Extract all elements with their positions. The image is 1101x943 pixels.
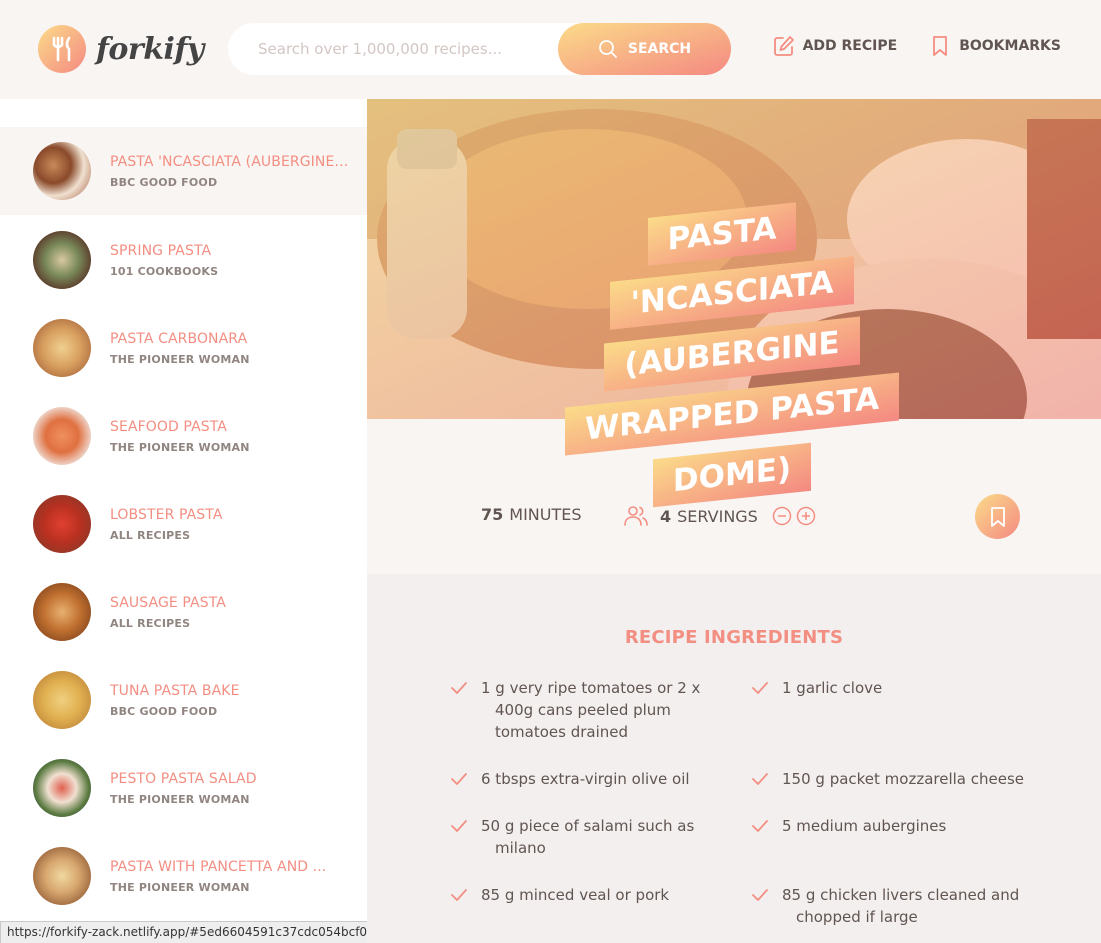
recipe-details: 75 MINUTES 4 SERVINGS bbox=[367, 477, 1101, 555]
recipe-thumbnail bbox=[33, 319, 91, 377]
result-title: PASTA CARBONARA bbox=[110, 330, 248, 347]
check-icon bbox=[451, 773, 467, 785]
bookmark-icon bbox=[933, 36, 948, 56]
main-nav: ADD RECIPE BOOKMARKS bbox=[773, 35, 1061, 57]
result-title: PESTO PASTA SALAD bbox=[110, 770, 257, 787]
bookmarks-button[interactable]: BOOKMARKS bbox=[929, 35, 1061, 57]
ingredient-text: 1 g very ripe tomatoes or 2 x 400g cans … bbox=[481, 679, 701, 741]
result-title: LOBSTER PASTA bbox=[110, 506, 223, 523]
result-item[interactable]: TUNA PASTA BAKE BBC GOOD FOOD bbox=[0, 656, 367, 744]
ingredient-item: 1 garlic clove bbox=[750, 677, 1010, 699]
recipe-thumbnail bbox=[33, 759, 91, 817]
result-title: PASTA 'NCASCIATA (AUBERGINE WRAPPED PAST… bbox=[110, 153, 350, 170]
result-title: TUNA PASTA BAKE bbox=[110, 682, 240, 699]
ingredient-item: 85 g chicken livers cleaned and chopped … bbox=[750, 884, 1040, 928]
result-item[interactable]: SPRING PASTA 101 COOKBOOKS bbox=[0, 216, 367, 304]
ingredient-text: 5 medium aubergines bbox=[782, 817, 947, 835]
ingredient-text: 150 g packet mozzarella cheese bbox=[782, 770, 1025, 788]
ingredient-text: 85 g minced veal or pork bbox=[481, 886, 670, 904]
bookmark-icon bbox=[990, 506, 1005, 527]
cooking-time: 75 MINUTES bbox=[481, 505, 582, 524]
search-icon bbox=[598, 40, 617, 58]
result-publisher: ALL RECIPES bbox=[110, 616, 191, 630]
search-button[interactable]: SEARCH bbox=[558, 23, 731, 75]
ingredient-text: 1 garlic clove bbox=[782, 679, 883, 697]
search-form: SEARCH bbox=[228, 23, 731, 75]
result-title: SAUSAGE PASTA bbox=[110, 594, 226, 611]
recipe-thumbnail bbox=[33, 495, 91, 553]
ingredient-text: 85 g chicken livers cleaned and chopped … bbox=[782, 886, 1020, 926]
minutes-label: MINUTES bbox=[509, 505, 582, 524]
result-publisher: THE PIONEER WOMAN bbox=[110, 352, 250, 366]
ingredient-text: 6 tbsps extra-virgin olive oil bbox=[481, 770, 690, 788]
status-url: https://forkify-zack.netlify.app/#5ed660… bbox=[0, 921, 382, 943]
result-item[interactable]: SEAFOOD PASTA THE PIONEER WOMAN bbox=[0, 392, 367, 480]
users-icon bbox=[624, 506, 648, 526]
result-publisher: THE PIONEER WOMAN bbox=[110, 880, 250, 894]
result-publisher: THE PIONEER WOMAN bbox=[110, 440, 250, 454]
ingredient-item: 5 medium aubergines bbox=[750, 815, 1010, 837]
recipe-view: PASTA 'NCASCIATA (AUBERGINE WRAPPED PAST… bbox=[367, 99, 1101, 943]
ingredient-item: 6 tbsps extra-virgin olive oil bbox=[449, 768, 709, 790]
ingredient-text: 50 g piece of salami such as milano bbox=[481, 817, 695, 857]
recipe-thumbnail bbox=[33, 231, 91, 289]
result-publisher: ALL RECIPES bbox=[110, 528, 191, 542]
ingredient-item: 150 g packet mozzarella cheese bbox=[750, 768, 1040, 790]
ingredients-heading: RECIPE INGREDIENTS bbox=[624, 627, 844, 648]
result-item[interactable]: PESTO PASTA SALAD THE PIONEER WOMAN bbox=[0, 744, 367, 832]
result-publisher: BBC GOOD FOOD bbox=[110, 704, 218, 718]
header: forkify SEARCH ADD RECIPE BOOKMARKS bbox=[0, 0, 1101, 99]
result-title: SPRING PASTA bbox=[110, 242, 212, 259]
check-icon bbox=[451, 682, 467, 694]
result-title: PASTA WITH PANCETTA AND ... bbox=[110, 858, 327, 875]
servings: 4 SERVINGS bbox=[624, 505, 816, 527]
search-button-label: SEARCH bbox=[627, 41, 692, 57]
ingredient-item: 1 g very ripe tomatoes or 2 x 400g cans … bbox=[449, 677, 709, 743]
ingredients-section: RECIPE INGREDIENTS 1 g very ripe tomatoe… bbox=[367, 574, 1101, 943]
check-icon bbox=[752, 820, 768, 832]
result-publisher: THE PIONEER WOMAN bbox=[110, 792, 250, 806]
bookmarks-label: BOOKMARKS bbox=[959, 38, 1061, 54]
logo-text: forkify bbox=[96, 31, 204, 67]
result-item[interactable]: PASTA WITH PANCETTA AND ... THE PIONEER … bbox=[0, 832, 367, 920]
add-recipe-button[interactable]: ADD RECIPE bbox=[773, 35, 898, 57]
recipe-thumbnail bbox=[33, 671, 91, 729]
check-icon bbox=[451, 820, 467, 832]
recipe-thumbnail bbox=[33, 407, 91, 465]
ingredient-item: 50 g piece of salami such as milano bbox=[449, 815, 709, 859]
recipe-title-line: PASTA 'NCASCIATA bbox=[610, 202, 854, 331]
check-icon bbox=[451, 889, 467, 901]
minutes-value: 75 bbox=[481, 505, 504, 524]
increase-servings-icon[interactable] bbox=[796, 506, 816, 526]
check-icon bbox=[752, 889, 768, 901]
edit-icon bbox=[773, 36, 794, 56]
result-item[interactable]: SAUSAGE PASTA ALL RECIPES bbox=[0, 568, 367, 656]
search-results: PASTA 'NCASCIATA (AUBERGINE WRAPPED PAST… bbox=[0, 99, 367, 943]
result-item[interactable]: PASTA CARBONARA THE PIONEER WOMAN bbox=[0, 304, 367, 392]
recipe-title: PASTA 'NCASCIATA (AUBERGINE WRAPPED PAST… bbox=[557, 185, 907, 524]
check-icon bbox=[752, 773, 768, 785]
recipe-thumbnail bbox=[33, 583, 91, 641]
result-publisher: BBC GOOD FOOD bbox=[110, 175, 218, 189]
servings-value: 4 bbox=[660, 506, 672, 526]
result-item[interactable]: LOBSTER PASTA ALL RECIPES bbox=[0, 480, 367, 568]
recipe-thumbnail bbox=[33, 142, 91, 200]
logo[interactable]: forkify bbox=[38, 25, 204, 73]
result-publisher: 101 COOKBOOKS bbox=[110, 264, 219, 278]
result-title: SEAFOOD PASTA bbox=[110, 418, 227, 435]
bookmark-recipe-button[interactable] bbox=[975, 494, 1020, 539]
add-recipe-label: ADD RECIPE bbox=[802, 38, 898, 54]
decrease-servings-icon[interactable] bbox=[772, 506, 792, 526]
ingredient-item: 85 g minced veal or pork bbox=[449, 884, 709, 906]
search-input[interactable] bbox=[258, 40, 548, 58]
result-item[interactable]: PASTA 'NCASCIATA (AUBERGINE WRAPPED PAST… bbox=[0, 127, 367, 215]
check-icon bbox=[752, 682, 768, 694]
fork-knife-icon bbox=[38, 25, 86, 73]
recipe-thumbnail bbox=[33, 847, 91, 905]
servings-label: SERVINGS bbox=[677, 506, 758, 526]
